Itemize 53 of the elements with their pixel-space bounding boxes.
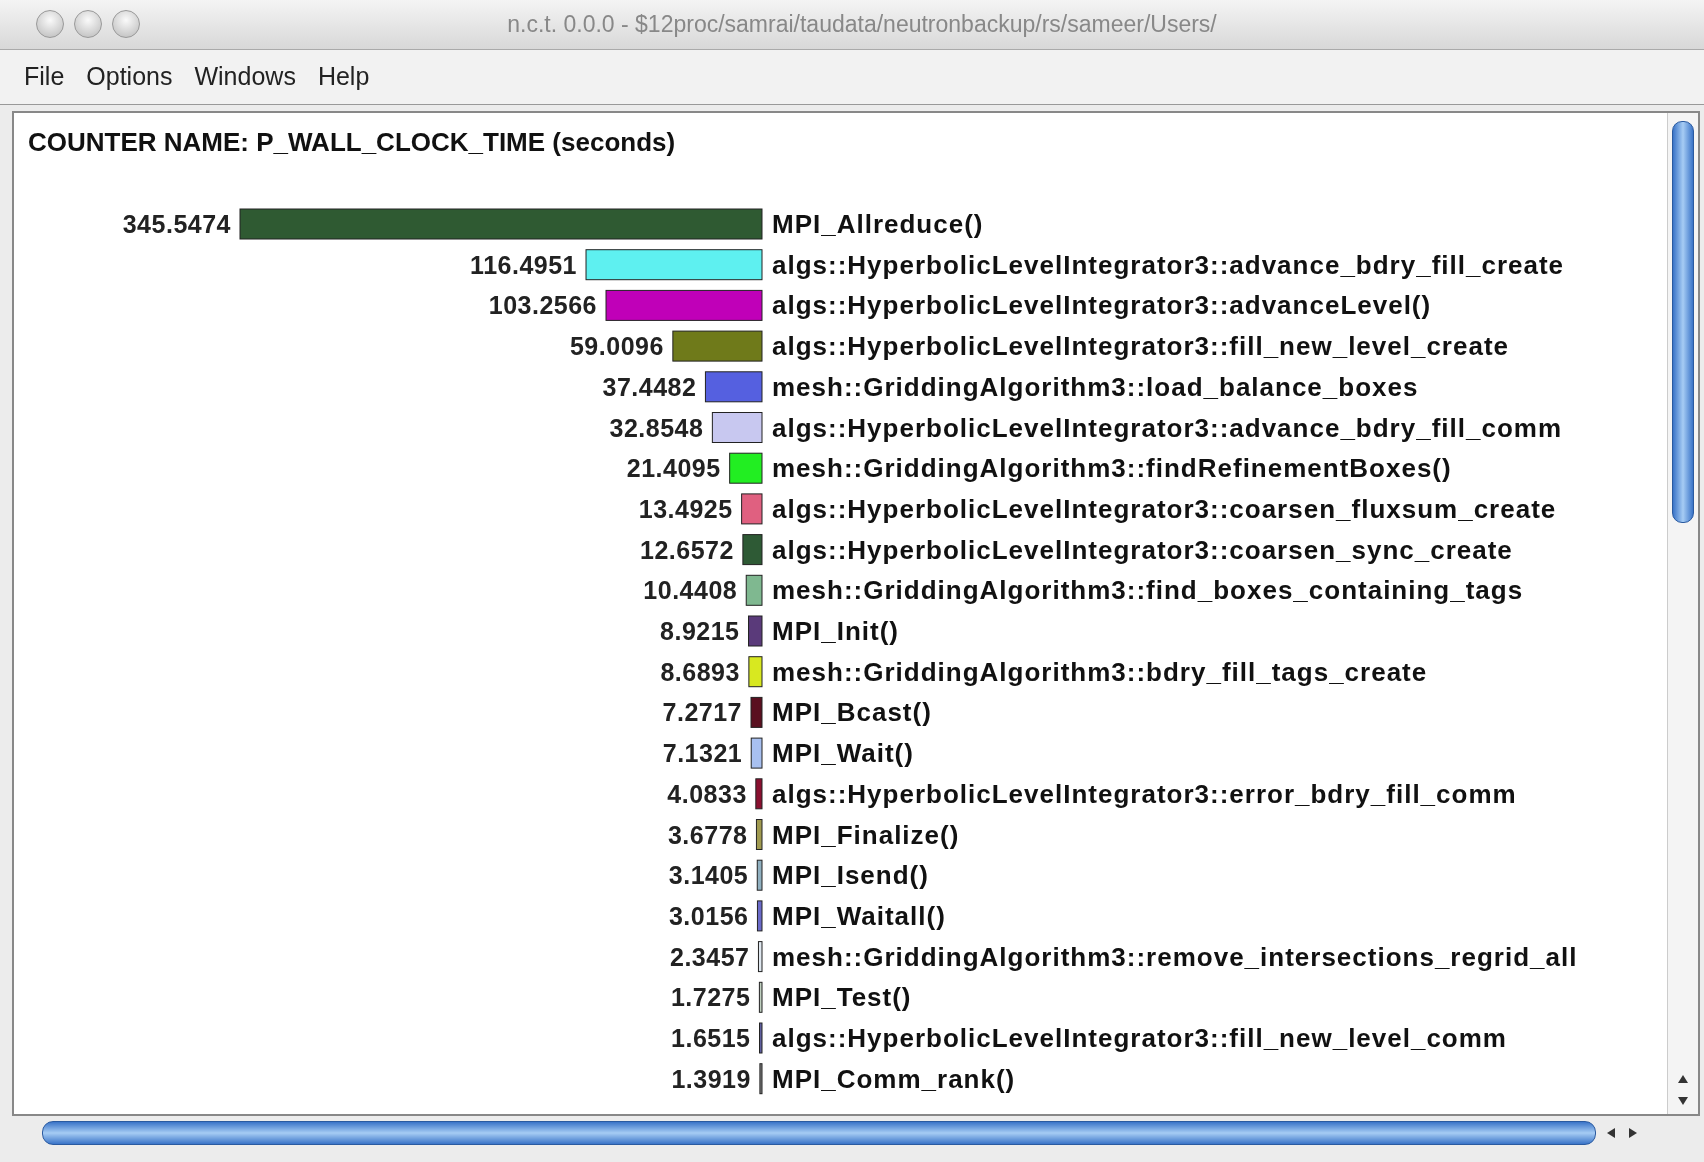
bar-label: algs::HyperbolicLevelIntegrator3::fill_new_level_comm <box>772 1023 1507 1053</box>
bar-label: algs::HyperbolicLevelIntegrator3::advanceLevel() <box>772 290 1432 321</box>
bar-value: 1.7275 <box>670 983 751 1012</box>
chart-title: COUNTER NAME: P_WALL_CLOCK_TIME (seconds) <box>27 126 677 158</box>
bar-label: mesh::GriddingAlgorithm3::remove_intersections_regrid_all <box>772 941 1578 972</box>
bar-label: MPI_Allreduce() <box>772 209 984 239</box>
bar-value: 21.4095 <box>626 454 721 483</box>
bar-label: MPI_Test() <box>772 982 912 1013</box>
bar-label: MPI_Waitall() <box>772 900 946 931</box>
bar-label: algs::HyperbolicLevelIntegrator3::advance_bdry_fill_create <box>772 249 1565 280</box>
menu-item[interactable]: Help <box>317 62 370 92</box>
bar-label: mesh::GriddingAlgorithm3::find_boxes_containing_tags <box>772 575 1524 606</box>
bar-label: MPI_Init() <box>772 616 899 646</box>
bar-label: MPI_Finalize() <box>772 819 960 850</box>
bar-value: 3.1405 <box>668 861 749 890</box>
bar-value: 3.0156 <box>669 901 749 930</box>
bar-value: 13.4925 <box>638 494 733 523</box>
scroll-thumb[interactable] <box>1672 121 1694 523</box>
bar-value: 103.2566 <box>488 291 597 320</box>
bar-value: 59.0096 <box>570 332 664 361</box>
bar-label: algs::HyperbolicLevelIntegrator3::fill_new_level_create <box>772 331 1510 362</box>
bar-label: algs::HyperbolicLevelIntegrator3::error_bdry_fill_comm <box>772 778 1517 809</box>
menu-item[interactable]: Options <box>86 62 173 92</box>
scroll-thumb[interactable] <box>42 1121 1596 1145</box>
window-title: n.c.t. 0.0.0 - $12proc/samrai/taudata/neutronbackup/rs/sameer/Users/ <box>506 10 1218 38</box>
bar-label: MPI_Bcast() <box>772 697 932 728</box>
bar-label: MPI_Comm_rank() <box>772 1063 1016 1094</box>
bar-value: 37.4482 <box>602 372 697 401</box>
bar-value: 1.6515 <box>671 1024 751 1052</box>
menu-item[interactable]: Windows <box>194 62 296 92</box>
bar-label: mesh::GriddingAlgorithm3::load_balance_boxes <box>772 371 1419 402</box>
bar-value: 345.5474 <box>122 210 231 238</box>
bar-value: 4.0833 <box>667 779 747 808</box>
bar-value: 8.6893 <box>660 657 740 686</box>
bar-value: 7.1321 <box>662 739 743 768</box>
bar-value: 12.6572 <box>640 535 734 564</box>
bar-value: 3.6778 <box>668 820 748 849</box>
bar-value: 32.8548 <box>609 413 704 442</box>
bar-value: 7.2717 <box>662 698 742 727</box>
bar-value: 8.9215 <box>660 617 740 645</box>
bar-value: 10.4408 <box>643 576 738 605</box>
vertical-scrollbar[interactable] <box>1667 113 1698 1114</box>
bar-label: mesh::GriddingAlgorithm3::bdry_fill_tags_create <box>772 656 1428 687</box>
bar-value: 2.3457 <box>670 942 750 971</box>
bar-label: algs::HyperbolicLevelIntegrator3::coarsen_sync_create <box>772 534 1513 565</box>
bar-label: mesh::GriddingAlgorithm3::findRefinementBoxes() <box>772 453 1452 484</box>
bar-value: 1.3919 <box>671 1064 751 1093</box>
bar-value: 116.4951 <box>470 250 577 279</box>
menu-item[interactable]: File <box>24 62 65 92</box>
bar-label: MPI_Wait() <box>772 738 914 769</box>
bar-label: algs::HyperbolicLevelIntegrator3::advance_bdry_fill_comm <box>772 412 1562 443</box>
bar-label: algs::HyperbolicLevelIntegrator3::coarsen_fluxsum_create <box>772 493 1557 524</box>
bar-label: MPI_Isend() <box>772 860 929 891</box>
